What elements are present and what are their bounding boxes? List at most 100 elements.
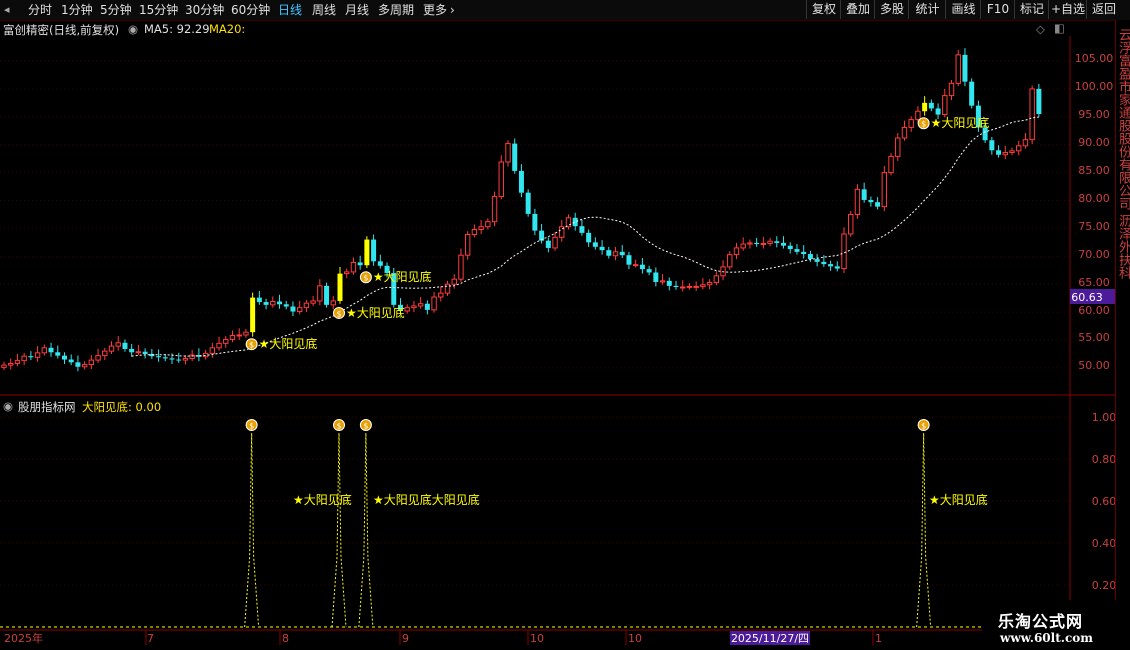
candle-body-up	[1016, 145, 1022, 152]
candle-body-up	[270, 300, 276, 306]
candle-body-up	[223, 338, 229, 344]
candle-body-up	[881, 172, 888, 208]
candle-body-down	[156, 356, 162, 358]
candle-body-up	[108, 345, 115, 352]
candle-body-down	[828, 264, 834, 267]
time-label: 2025年	[4, 631, 43, 645]
candle-body-down	[606, 250, 612, 256]
candle-body-up	[498, 161, 504, 198]
money-bag-glyph: $	[249, 422, 254, 431]
price-tick: 90.00	[1078, 136, 1110, 149]
candle-body-up	[700, 284, 706, 287]
candle-body-down	[357, 262, 363, 266]
candle-body-up	[841, 233, 847, 270]
candle-body-up	[478, 226, 484, 231]
time-label: 10	[530, 632, 544, 645]
signal-candle	[364, 239, 370, 266]
candle-body-up	[115, 342, 121, 347]
sub-tick: 1.00	[1092, 411, 1117, 424]
candle-body-up	[458, 254, 464, 280]
candle-body-up	[303, 302, 310, 309]
price-tick: 95.00	[1078, 108, 1110, 121]
sub-signal-label: ★大阳见底	[929, 492, 988, 507]
price-tick: 80.00	[1078, 192, 1110, 205]
candle-body-down	[545, 240, 551, 248]
candle-body-down	[781, 242, 787, 246]
candle-body-down	[639, 264, 645, 270]
cursor-date: 2025/11/27/四	[731, 632, 809, 645]
candle-body-up	[901, 126, 908, 139]
candle-body-down	[324, 285, 330, 305]
candle-body-down	[256, 297, 262, 303]
candle-body-down	[176, 359, 182, 361]
candle-body-up	[733, 247, 740, 256]
candle-body-up	[895, 137, 901, 157]
watermark-logo: 乐淘公式网 www.60lt.com	[982, 600, 1130, 650]
candle-body-down	[532, 213, 538, 231]
indicator-spike	[916, 432, 932, 628]
signal-label: ★大阳见底	[373, 269, 432, 284]
candle-body-up	[202, 352, 209, 358]
price-tick: 65.00	[1078, 276, 1110, 289]
candle-body-up	[41, 347, 48, 354]
money-bag-glyph: $	[336, 309, 341, 318]
candle-body-down	[969, 81, 975, 106]
candle-body-down	[653, 272, 659, 282]
candle-body-up	[693, 285, 699, 288]
candle-body-down	[371, 239, 377, 262]
candle-body-up	[417, 303, 424, 307]
current-price: 60.63	[1071, 291, 1103, 304]
kline-chart[interactable]: $ ★大阳见底$ ★大阳见底$ ★大阳见底$ ★大阳见底 $ $ $ $ 105.00 100…	[0, 0, 1130, 650]
candle-body-up	[1009, 150, 1015, 154]
candle-body-down	[834, 266, 840, 269]
sub-signal-label: ★大阳见底	[293, 492, 352, 507]
candle-body-down	[619, 251, 625, 256]
price-tick: 55.00	[1078, 331, 1110, 344]
candle-body-up	[1, 364, 7, 368]
candle-body-up	[1002, 152, 1008, 156]
candle-body-up	[471, 229, 478, 236]
sub-tick: 0.40	[1092, 537, 1117, 550]
money-bag-glyph: $	[336, 422, 341, 431]
candle-body-down	[283, 304, 289, 307]
sub-tick: 0.60	[1092, 495, 1117, 508]
candle-body-down	[807, 254, 813, 260]
candle-body-up	[296, 307, 303, 313]
candle-body-up	[848, 213, 854, 235]
candle-body-down	[48, 347, 54, 353]
candle-body-up	[81, 364, 88, 368]
candle-body-up	[942, 95, 948, 116]
candle-body-up	[1029, 88, 1035, 141]
candle-body-up	[713, 275, 720, 284]
candle-body-down	[801, 251, 807, 255]
candle-body-down	[75, 362, 81, 367]
candle-body-down	[666, 280, 672, 286]
info-side-panel[interactable]: 云浮富盈市家通股股份有限公司 沥泽外扶科	[1115, 20, 1130, 630]
candle-body-up	[908, 119, 914, 128]
candle-body-up	[14, 360, 21, 364]
candle-body-down	[592, 242, 598, 247]
candle-body-up	[854, 188, 861, 215]
side-panel-text: 云浮富盈市家通股股份有限公司 沥泽外扶科	[1116, 28, 1130, 280]
price-tick: 50.00	[1078, 359, 1110, 372]
candle-body-up	[236, 334, 242, 337]
candle-body-up	[404, 307, 410, 312]
candle-body-down	[626, 255, 632, 265]
ma20-line	[131, 116, 1039, 357]
candle-body-up	[747, 242, 753, 245]
indicator-spike	[331, 432, 347, 628]
candle-body-down	[646, 269, 652, 273]
signal-candle	[250, 297, 256, 333]
candle-body-up	[243, 331, 249, 336]
candle-body-up	[1022, 139, 1029, 147]
price-tick: 85.00	[1078, 164, 1110, 177]
candle-body-up	[451, 278, 457, 285]
candle-body-down	[277, 301, 283, 305]
candle-body-up	[659, 280, 666, 283]
candle-body-up	[344, 271, 350, 275]
candle-body-up	[552, 236, 558, 249]
indicator-spike	[244, 432, 260, 628]
price-tick: 70.00	[1078, 248, 1110, 261]
candle-body-up	[686, 285, 693, 288]
watermark-url: www.60lt.com	[1000, 631, 1093, 645]
